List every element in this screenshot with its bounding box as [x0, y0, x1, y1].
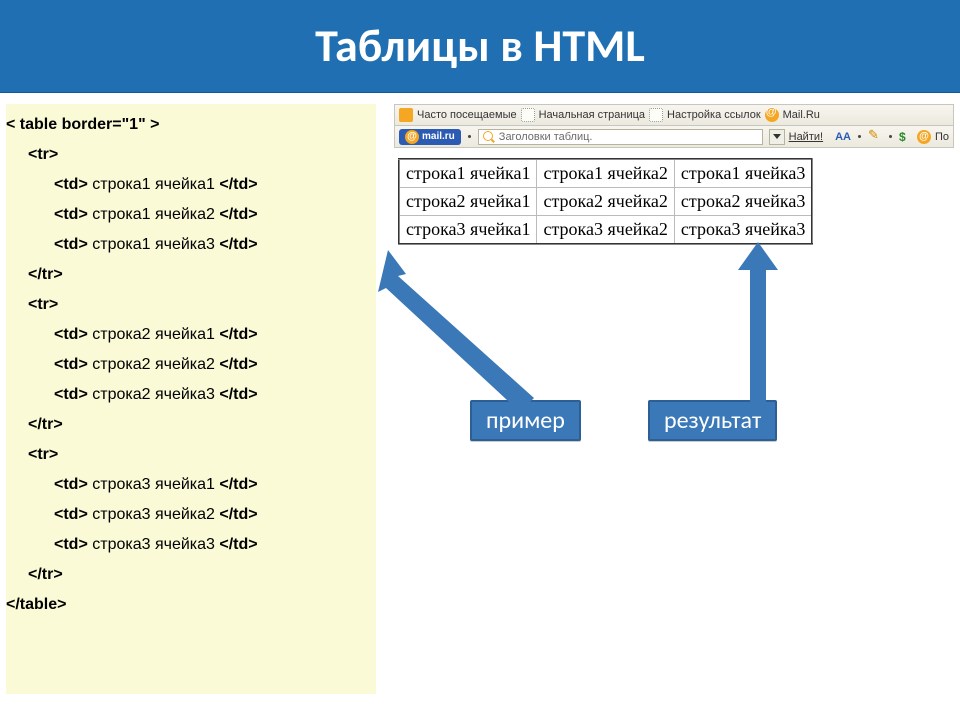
currency-icon[interactable]	[899, 130, 913, 144]
search-text: Заголовки таблиц.	[499, 131, 593, 143]
table-cell: строка1 ячейка1	[399, 159, 537, 188]
mailru-icon	[765, 108, 779, 122]
code-td: <td> строка1 ячейка1 </td>	[6, 170, 376, 200]
table-row: строка3 ячейка1 строка3 ячейка2 строка3 …	[399, 216, 812, 245]
code-td: <td> строка2 ячейка3 </td>	[6, 380, 376, 410]
code-tr-open: <tr>	[28, 296, 58, 313]
arrow-result	[720, 236, 800, 416]
search-input[interactable]: Заголовки таблиц.	[478, 129, 763, 145]
table-cell: строка2 ячейка3	[674, 188, 812, 216]
bookmark-home[interactable]: Начальная страница	[539, 109, 645, 121]
code-td: <td> строка3 ячейка1 </td>	[6, 470, 376, 500]
dot-separator	[858, 135, 861, 138]
table-cell: строка2 ячейка2	[537, 188, 674, 216]
table-cell: строка1 ячейка2	[537, 159, 674, 188]
table-cell: строка2 ячейка1	[399, 188, 537, 216]
dot-separator	[889, 135, 892, 138]
table-row: строка2 ячейка1 строка2 ячейка2 строка2 …	[399, 188, 812, 216]
star-icon	[399, 108, 413, 122]
toolbar-cut-label: По	[935, 131, 949, 143]
dropdown-icon[interactable]	[769, 129, 785, 145]
page-icon	[649, 108, 663, 122]
code-td: <td> строка1 ячейка2 </td>	[6, 200, 376, 230]
mail-icon[interactable]	[917, 130, 931, 144]
code-td: <td> строка2 ячейка2 </td>	[6, 350, 376, 380]
bookmark-frequent[interactable]: Часто посещаемые	[417, 109, 517, 121]
slide-title: Таблицы в HTML	[315, 18, 645, 74]
bookmark-mailru[interactable]: Mail.Ru	[783, 109, 820, 121]
callout-example: пример	[470, 400, 581, 441]
callout-result: результат	[648, 400, 777, 441]
page-icon	[521, 108, 535, 122]
search-icon	[483, 131, 495, 143]
table-cell: строка3 ячейка3	[674, 216, 812, 245]
search-toolbar: mail.ru Заголовки таблиц. Найти! AA По	[394, 126, 954, 148]
code-table-open: < table border="1" >	[6, 116, 159, 133]
table-cell: строка3 ячейка1	[399, 216, 537, 245]
code-tr-close: </tr>	[28, 266, 63, 283]
browser-panel: Часто посещаемые Начальная страница Наст…	[394, 104, 954, 148]
code-tr-open: <tr>	[28, 446, 58, 463]
title-bar: Таблицы в HTML	[0, 0, 960, 93]
code-panel: < table border="1" > <tr> <td> строка1 я…	[6, 104, 376, 694]
arrow-example	[350, 240, 560, 420]
bookmark-links[interactable]: Настройка ссылок	[667, 109, 761, 121]
table-cell: строка3 ячейка2	[537, 216, 674, 245]
bookmarks-toolbar: Часто посещаемые Начальная страница Наст…	[394, 104, 954, 126]
code-table-close: </table>	[6, 596, 66, 613]
code-td: <td> строка3 ячейка3 </td>	[6, 530, 376, 560]
result-table: строка1 ячейка1 строка1 ячейка2 строка1 …	[398, 158, 813, 245]
table-row: строка1 ячейка1 строка1 ячейка2 строка1 …	[399, 159, 812, 188]
code-td: <td> строка2 ячейка1 </td>	[6, 320, 376, 350]
code-tr-close: </tr>	[28, 416, 63, 433]
code-td: <td> строка3 ячейка2 </td>	[6, 500, 376, 530]
search-button[interactable]: Найти!	[789, 131, 823, 143]
font-size-button[interactable]: AA	[835, 131, 851, 143]
pencil-icon[interactable]	[868, 130, 882, 144]
slide: Таблицы в HTML < table border="1" > <tr>…	[0, 0, 960, 720]
code-tr-open: <tr>	[28, 146, 58, 163]
dot-separator	[468, 135, 471, 138]
code-td: <td> строка1 ячейка3 </td>	[6, 230, 376, 260]
table-cell: строка1 ячейка3	[674, 159, 812, 188]
code-tr-close: </tr>	[28, 566, 63, 583]
mailru-logo[interactable]: mail.ru	[399, 129, 461, 145]
